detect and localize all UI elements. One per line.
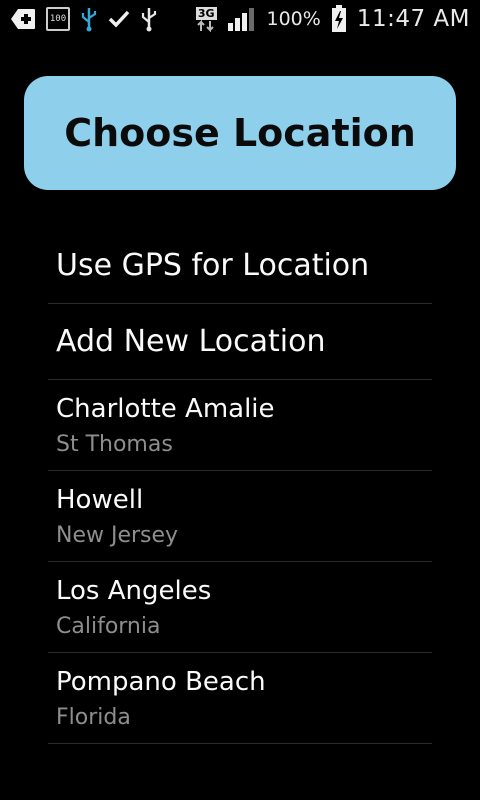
page-title: Choose Location	[64, 111, 416, 155]
location-item-los-angeles[interactable]: Los Angeles California	[48, 562, 432, 653]
clock: 11:47 AM	[356, 6, 470, 32]
battery-percent: 100%	[266, 8, 321, 30]
location-item-pompano-beach[interactable]: Pompano Beach Florida	[48, 653, 432, 744]
usb-debug-icon	[80, 6, 98, 32]
location-region: New Jersey	[56, 522, 179, 548]
location-city: Los Angeles	[56, 575, 212, 606]
network-3g-label: 3G	[195, 6, 217, 20]
status-bar: 100 3G 100% 11:47 AM	[0, 0, 480, 38]
header-banner: Choose Location	[24, 76, 456, 190]
use-gps-label: Use GPS for Location	[56, 248, 370, 283]
network-3g-icon: 3G	[195, 6, 217, 32]
location-region: St Thomas	[56, 431, 173, 457]
add-new-location-button[interactable]: Add New Location	[48, 304, 432, 380]
location-city: Howell	[56, 484, 144, 515]
status-bar-left: 100	[10, 6, 158, 32]
location-region: California	[56, 613, 161, 639]
location-item-charlotte-amalie[interactable]: Charlotte Amalie St Thomas	[48, 380, 432, 471]
status-bar-right: 3G 100% 11:47 AM	[195, 5, 470, 33]
add-new-location-label: Add New Location	[56, 324, 326, 359]
check-icon	[108, 10, 130, 28]
location-region: Florida	[56, 704, 131, 730]
add-icon	[10, 8, 36, 30]
location-item-howell[interactable]: Howell New Jersey	[48, 471, 432, 562]
location-list: Use GPS for Location Add New Location Ch…	[48, 228, 432, 744]
battery-100-icon: 100	[46, 7, 70, 31]
usb-icon	[140, 6, 158, 32]
location-city: Pompano Beach	[56, 666, 266, 697]
signal-icon	[227, 6, 257, 32]
use-gps-button[interactable]: Use GPS for Location	[48, 228, 432, 304]
battery-charging-icon	[331, 5, 347, 33]
location-city: Charlotte Amalie	[56, 393, 275, 424]
